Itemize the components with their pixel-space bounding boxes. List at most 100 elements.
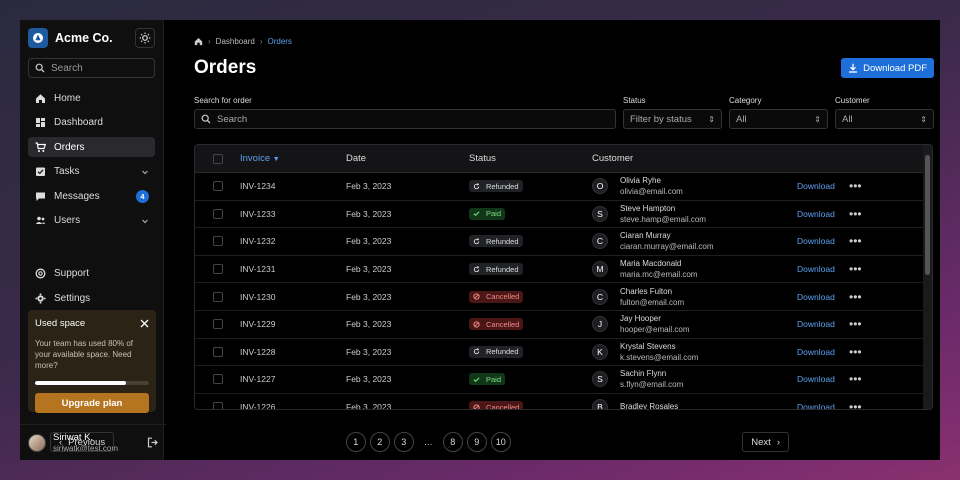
sidebar-item-orders[interactable]: Orders <box>28 137 155 158</box>
table-row[interactable]: INV-1227 Feb 3, 2023 Paid S Sachin Flynn… <box>195 366 932 394</box>
page-number-button[interactable]: 9 <box>466 432 487 452</box>
date-cell: Feb 3, 2023 <box>346 319 392 330</box>
scrollbar-thumb[interactable] <box>925 155 930 275</box>
row-checkbox[interactable] <box>212 374 223 385</box>
customer-cell: S Sachin Flynn s.flyn@email.com <box>592 369 797 389</box>
page-number-button[interactable]: 10 <box>490 432 511 452</box>
chevron-right-icon: › <box>776 436 780 448</box>
sidebar-item-dashboard[interactable]: Dashboard <box>28 113 155 133</box>
more-options-icon[interactable]: ••• <box>849 179 879 193</box>
more-options-icon[interactable]: ••• <box>849 372 879 386</box>
category-select[interactable]: All ⇕ <box>729 109 828 129</box>
download-link[interactable]: Download <box>797 347 849 357</box>
status-label: Cancelled <box>486 319 520 329</box>
sidebar-search-input[interactable]: Search <box>28 58 155 78</box>
more-options-icon[interactable]: ••• <box>849 234 879 248</box>
search-icon <box>201 114 211 124</box>
row-checkbox-cell <box>195 319 240 330</box>
download-link[interactable]: Download <box>797 209 849 219</box>
breadcrumb-dashboard[interactable]: Dashboard <box>216 37 255 46</box>
customer-avatar: C <box>592 233 608 250</box>
customer-info: Jay Hooper hooper@email.com <box>620 314 689 334</box>
title-row: Orders Download PDF <box>194 57 934 79</box>
download-link[interactable]: Download <box>797 402 849 409</box>
order-search-input[interactable]: Search <box>194 109 616 129</box>
next-label: Next <box>751 436 771 448</box>
download-link[interactable]: Download <box>797 374 849 384</box>
status-label: Refunded <box>486 347 519 357</box>
table-row[interactable]: INV-1232 Feb 3, 2023 Refunded C Ciaran M… <box>195 228 932 256</box>
invoice-header[interactable]: Invoice ▼ <box>240 153 346 164</box>
used-space-card: Used space Your team has used 80% of you… <box>28 310 156 413</box>
status-label: Status <box>623 96 646 105</box>
row-checkbox[interactable] <box>212 236 223 247</box>
home-icon[interactable] <box>194 37 203 46</box>
row-checkbox[interactable] <box>212 291 223 302</box>
sidebar-item-settings[interactable]: Settings <box>28 288 155 308</box>
customer-name: Maria Macdonald <box>620 259 682 269</box>
table-row[interactable]: INV-1229 Feb 3, 2023 Cancelled J Jay Hoo… <box>195 311 932 339</box>
row-checkbox[interactable] <box>212 319 223 330</box>
next-button[interactable]: Next › <box>742 432 789 452</box>
more-options-icon[interactable]: ••• <box>849 290 879 304</box>
sun-icon <box>139 32 151 44</box>
page-title: Orders <box>194 57 257 78</box>
filters: Search for order Search Status Filter by… <box>194 96 934 129</box>
upgrade-plan-button[interactable]: Upgrade plan <box>35 393 149 413</box>
table-scrollbar[interactable] <box>923 145 932 409</box>
status-badge: Cancelled <box>469 318 524 331</box>
row-checkbox[interactable] <box>212 208 223 219</box>
download-link[interactable]: Download <box>797 236 849 246</box>
more-options-icon[interactable]: ••• <box>849 317 879 331</box>
table-row[interactable]: INV-1226 Feb 3, 2023 Cancelled B Bradley… <box>195 394 932 409</box>
table-row[interactable]: INV-1233 Feb 3, 2023 Paid S Steve Hampto… <box>195 201 932 229</box>
row-checkbox-cell <box>195 208 240 219</box>
row-checkbox[interactable] <box>212 346 223 357</box>
download-link[interactable]: Download <box>797 319 849 329</box>
table-row[interactable]: INV-1228 Feb 3, 2023 Refunded K Krystal … <box>195 339 932 367</box>
sidebar-item-messages[interactable]: Messages 4 <box>28 186 155 206</box>
category-label: Category <box>729 96 762 105</box>
table-body: INV-1234 Feb 3, 2023 Refunded O Olivia R… <box>195 173 932 409</box>
theme-toggle-button[interactable] <box>135 28 155 48</box>
status-select[interactable]: Filter by status ⇕ <box>623 109 722 129</box>
download-link[interactable]: Download <box>797 292 849 302</box>
row-checkbox[interactable] <box>212 264 223 275</box>
row-checkbox[interactable] <box>212 181 223 192</box>
page-number-button[interactable]: 3 <box>393 432 414 452</box>
download-link[interactable]: Download <box>797 181 849 191</box>
sidebar-item-label: Messages <box>54 190 100 202</box>
more-options-icon[interactable]: ••• <box>849 345 879 359</box>
select-all-cell <box>195 153 240 164</box>
table-row[interactable]: INV-1231 Feb 3, 2023 Refunded M Maria Ma… <box>195 256 932 284</box>
status-header: Status <box>469 153 496 164</box>
sidebar-item-support[interactable]: Support <box>28 264 155 284</box>
app-window: Acme Co. Search Home Dashboard Orders Ta… <box>20 20 940 460</box>
more-options-icon[interactable]: ••• <box>849 207 879 221</box>
more-options-icon[interactable]: ••• <box>849 400 879 409</box>
close-icon[interactable] <box>140 319 149 328</box>
invoice-cell: INV-1230 <box>240 291 276 302</box>
page-number-button[interactable]: 2 <box>369 432 390 452</box>
table-row[interactable]: INV-1234 Feb 3, 2023 Refunded O Olivia R… <box>195 173 932 201</box>
avatar[interactable] <box>28 433 46 452</box>
table-row[interactable]: INV-1230 Feb 3, 2023 Cancelled C Charles… <box>195 283 932 311</box>
breadcrumb-current: Orders <box>267 36 292 46</box>
page-number-button[interactable]: 1 <box>345 432 366 452</box>
invoice-cell: INV-1227 <box>240 374 276 385</box>
select-all-checkbox[interactable] <box>212 153 223 164</box>
previous-button[interactable]: ‹ Previous <box>50 432 115 452</box>
sidebar-item-home[interactable]: Home <box>28 88 155 108</box>
sidebar-item-users[interactable]: Users <box>28 211 155 231</box>
used-space-progress <box>35 381 149 385</box>
more-options-icon[interactable]: ••• <box>849 262 879 276</box>
pagination: ‹ Previous 1 2 3 … 8 9 10 Next › <box>50 432 789 452</box>
status-cell: Paid <box>469 207 592 220</box>
customer-email: fulton@email.com <box>620 297 685 307</box>
sidebar-item-tasks[interactable]: Tasks <box>28 162 155 182</box>
page-number-button[interactable]: 8 <box>442 432 463 452</box>
row-checkbox[interactable] <box>212 402 223 409</box>
download-link[interactable]: Download <box>797 264 849 274</box>
customer-select[interactable]: All ⇕ <box>835 109 934 129</box>
download-pdf-button[interactable]: Download PDF <box>841 58 934 78</box>
